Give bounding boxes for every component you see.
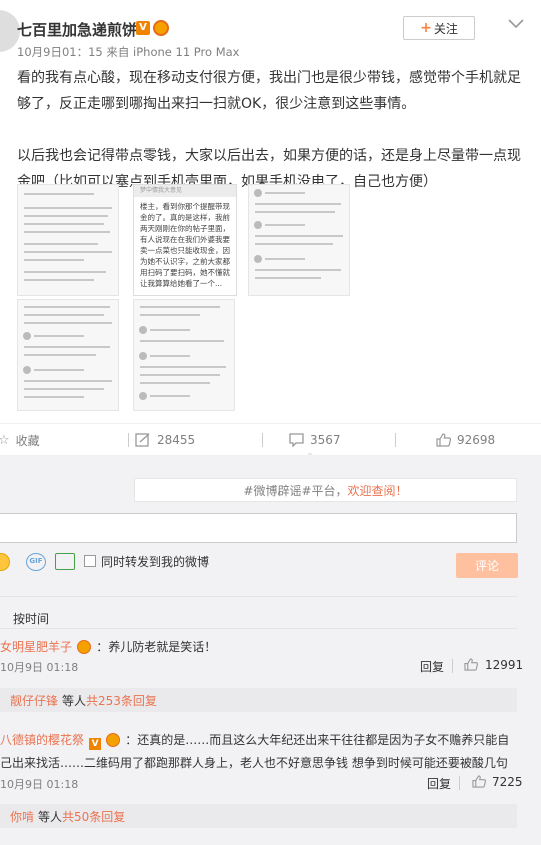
comment-item: 女明星肥羊子 ：养儿防老就是笑话！ xyxy=(0,636,216,655)
thumbs-up-icon[interactable] xyxy=(464,658,478,671)
reply-mid: 等人 xyxy=(38,809,63,824)
post-image-2[interactable]: 梦中情我大意见 楼主，看到你那个提醒带现金的了。真的是这样，我前两天刚刚在你的帖… xyxy=(133,184,237,296)
plus-icon: + xyxy=(420,20,432,36)
thumbs-up-icon[interactable] xyxy=(472,775,486,788)
comment-time: 10月9日 01:18 xyxy=(0,661,79,674)
post-image-5[interactable] xyxy=(133,299,235,411)
favorite-button[interactable]: ☆ 收藏 xyxy=(0,424,40,456)
image-upload-icon[interactable] xyxy=(55,553,75,570)
post-image-1[interactable] xyxy=(17,184,119,296)
comment-item: 八德镇的樱花祭 V ：还真的是……而且这么大年纪还出来干往往都是因为子女不赡养只… xyxy=(0,728,518,774)
rumor-notice[interactable]: #微博辟谣#平台， 欢迎查阅！ xyxy=(134,478,517,502)
author-name[interactable]: 七百里加急递煎饼 xyxy=(17,19,137,40)
divider xyxy=(0,596,517,597)
post-image-4[interactable] xyxy=(17,299,119,411)
post-body: 看的我有点心酸，现在移动支付很方便，我出门也是很少带钱，感觉带个手机就足够了，反… xyxy=(17,65,531,195)
favorite-label: 收藏 xyxy=(15,433,40,448)
follow-button[interactable]: + 关注 xyxy=(403,16,475,40)
medal-icon xyxy=(77,640,92,654)
comment-like-count: 12991 xyxy=(485,658,524,672)
submit-comment-button[interactable]: 评论 xyxy=(456,553,518,578)
sort-by-time[interactable]: 按时间 xyxy=(13,610,49,627)
repost-checkbox-label: 同时转发到我的微博 xyxy=(101,555,210,569)
comment-count: 3567 xyxy=(310,433,341,447)
comment-user[interactable]: 女明星肥羊子 xyxy=(0,640,72,654)
comment-like-count: 7225 xyxy=(492,775,523,789)
reply-button[interactable]: 回复 xyxy=(420,658,444,675)
comment-text: ：养儿防老就是笑话！ xyxy=(96,640,217,654)
reply-user[interactable]: 靓仔仔锋 xyxy=(10,692,58,709)
post-image-3[interactable] xyxy=(248,184,350,296)
follow-label: 关注 xyxy=(433,21,458,36)
comment-time: 10月9日 01:18 xyxy=(0,778,79,791)
reply-summary[interactable]: 靓仔仔锋 等人 共253条回复 xyxy=(0,688,517,712)
verified-icon: V xyxy=(136,21,150,35)
thumbs-up-icon xyxy=(436,433,451,447)
gif-icon[interactable]: GIF xyxy=(26,553,46,571)
comment-icon xyxy=(289,433,304,447)
like-count: 92698 xyxy=(457,433,496,447)
repost-count: 28455 xyxy=(157,433,196,447)
chevron-down-icon[interactable] xyxy=(504,14,528,34)
comment-user[interactable]: 八德镇的樱花祭 xyxy=(0,733,84,747)
repost-icon xyxy=(135,433,150,447)
comment-input[interactable] xyxy=(0,513,517,543)
post-action-bar: ☆ 收藏 28455 3567 92698 xyxy=(0,423,541,459)
notice-prefix: #微博辟谣#平台， xyxy=(243,483,348,498)
divider xyxy=(0,628,517,629)
post-meta: 10月9日01：15 来自 iPhone 11 Pro Max xyxy=(17,45,240,59)
verified-icon: V xyxy=(89,738,102,750)
reply-button[interactable]: 回复 xyxy=(427,775,451,792)
repost-button[interactable]: 28455 xyxy=(135,424,195,456)
star-icon: ☆ xyxy=(0,432,10,448)
reply-count[interactable]: 共253条回复 xyxy=(86,692,157,709)
post-paragraph-1: 看的我有点心酸，现在移动支付很方便，我出门也是很少带钱，感觉带个手机就足够了，反… xyxy=(17,70,521,112)
reply-user[interactable]: 你啃 xyxy=(10,808,34,825)
notice-link[interactable]: 欢迎查阅！ xyxy=(348,482,408,499)
reply-mid: 等人 xyxy=(62,693,87,708)
like-button[interactable]: 92698 xyxy=(436,424,495,456)
repost-checkbox[interactable] xyxy=(84,555,96,567)
reply-count[interactable]: 共50条回复 xyxy=(62,808,125,825)
medal-icon xyxy=(106,733,121,747)
member-medal-icon xyxy=(153,20,169,36)
reply-summary[interactable]: 你啃 等人 共50条回复 xyxy=(0,804,517,828)
